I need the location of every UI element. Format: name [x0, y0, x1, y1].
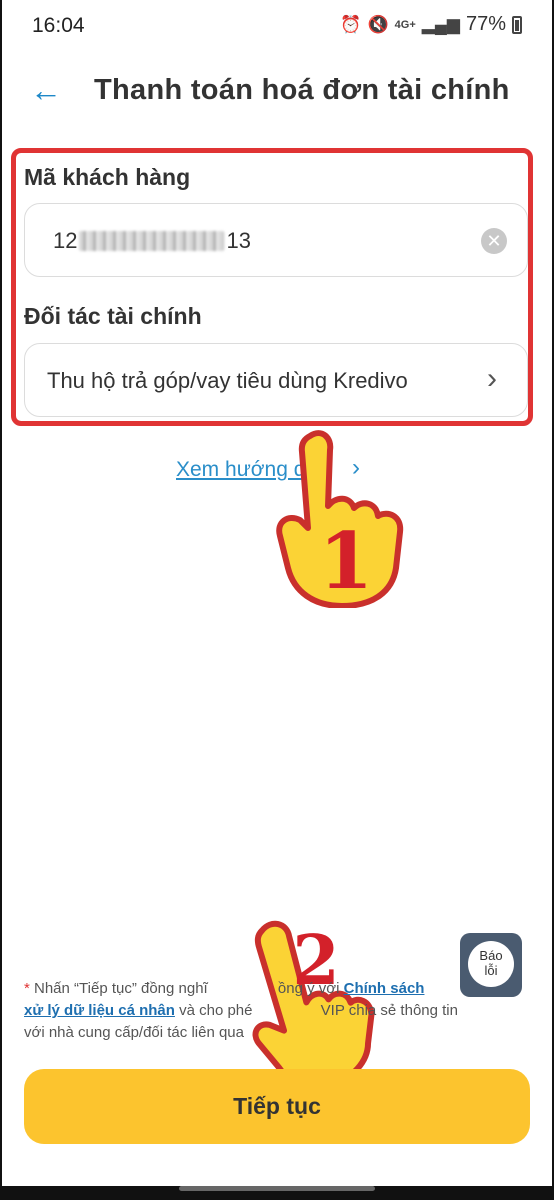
report-line1: Báo: [479, 948, 503, 963]
consent-disclaimer: * Nhấn “Tiếp tục” đồng nghĩ ồng ý với Ch…: [24, 978, 528, 1044]
partner-label: Đối tác tài chính: [24, 303, 202, 329]
report-line2: lỗi: [484, 963, 498, 978]
privacy-policy-link[interactable]: Chính sách: [344, 980, 425, 997]
chevron-right-icon: ›: [487, 362, 497, 395]
disclaimer-text-3: và cho phé: [174, 1002, 253, 1019]
customer-code-label: Mã khách hàng: [24, 164, 191, 190]
home-indicator[interactable]: [179, 1186, 375, 1191]
battery-percent: 77%: [465, 13, 506, 35]
status-icons: ⏰ 🔇 4G+ ▂▄▆ 77%: [340, 13, 522, 36]
status-time: 16:04: [32, 14, 85, 37]
status-bar: 16:04 ⏰ 🔇 4G+ ▂▄▆ 77%: [0, 0, 554, 52]
disclaimer-text-4: VIP chia sẻ thông tin: [316, 1002, 458, 1019]
redacted-digits: [79, 231, 225, 251]
disclaimer-text-5: với nhà cung cấp/đối tác liên qua: [24, 1024, 244, 1041]
disclaimer-text-1: Nhấn “Tiếp tục” đồng nghĩ: [29, 980, 208, 997]
partner-select[interactable]: Thu hộ trả góp/vay tiêu dùng Kredivo ›: [24, 343, 528, 417]
disclaimer-text-2: ồng ý với: [277, 980, 344, 997]
mute-icon: 🔇: [367, 14, 389, 34]
battery-icon: [512, 15, 522, 34]
signal-icon: ▂▄▆: [421, 14, 460, 34]
page-title: Thanh toán hoá đơn tài chính: [94, 74, 510, 106]
continue-button[interactable]: Tiếp tục: [24, 1069, 530, 1144]
pointing-hand-icon-step1: 1: [276, 430, 404, 608]
step1-number: 1: [319, 516, 373, 607]
customer-code-input[interactable]: 12 13 ✕: [24, 203, 528, 277]
alarm-icon: ⏰: [340, 14, 362, 34]
customer-code-value: 12 13: [53, 228, 251, 253]
privacy-policy-link-2[interactable]: xử lý dữ liệu cá nhân: [24, 1002, 175, 1019]
arrow-left-icon[interactable]: ←: [30, 72, 62, 108]
partner-value: Thu hộ trả góp/vay tiêu dùng Kredivo: [47, 368, 408, 393]
clear-icon[interactable]: ✕: [481, 228, 507, 254]
app-header: ← Thanh toán hoá đơn tài chính: [0, 66, 554, 116]
network-label: 4G+: [394, 18, 416, 31]
